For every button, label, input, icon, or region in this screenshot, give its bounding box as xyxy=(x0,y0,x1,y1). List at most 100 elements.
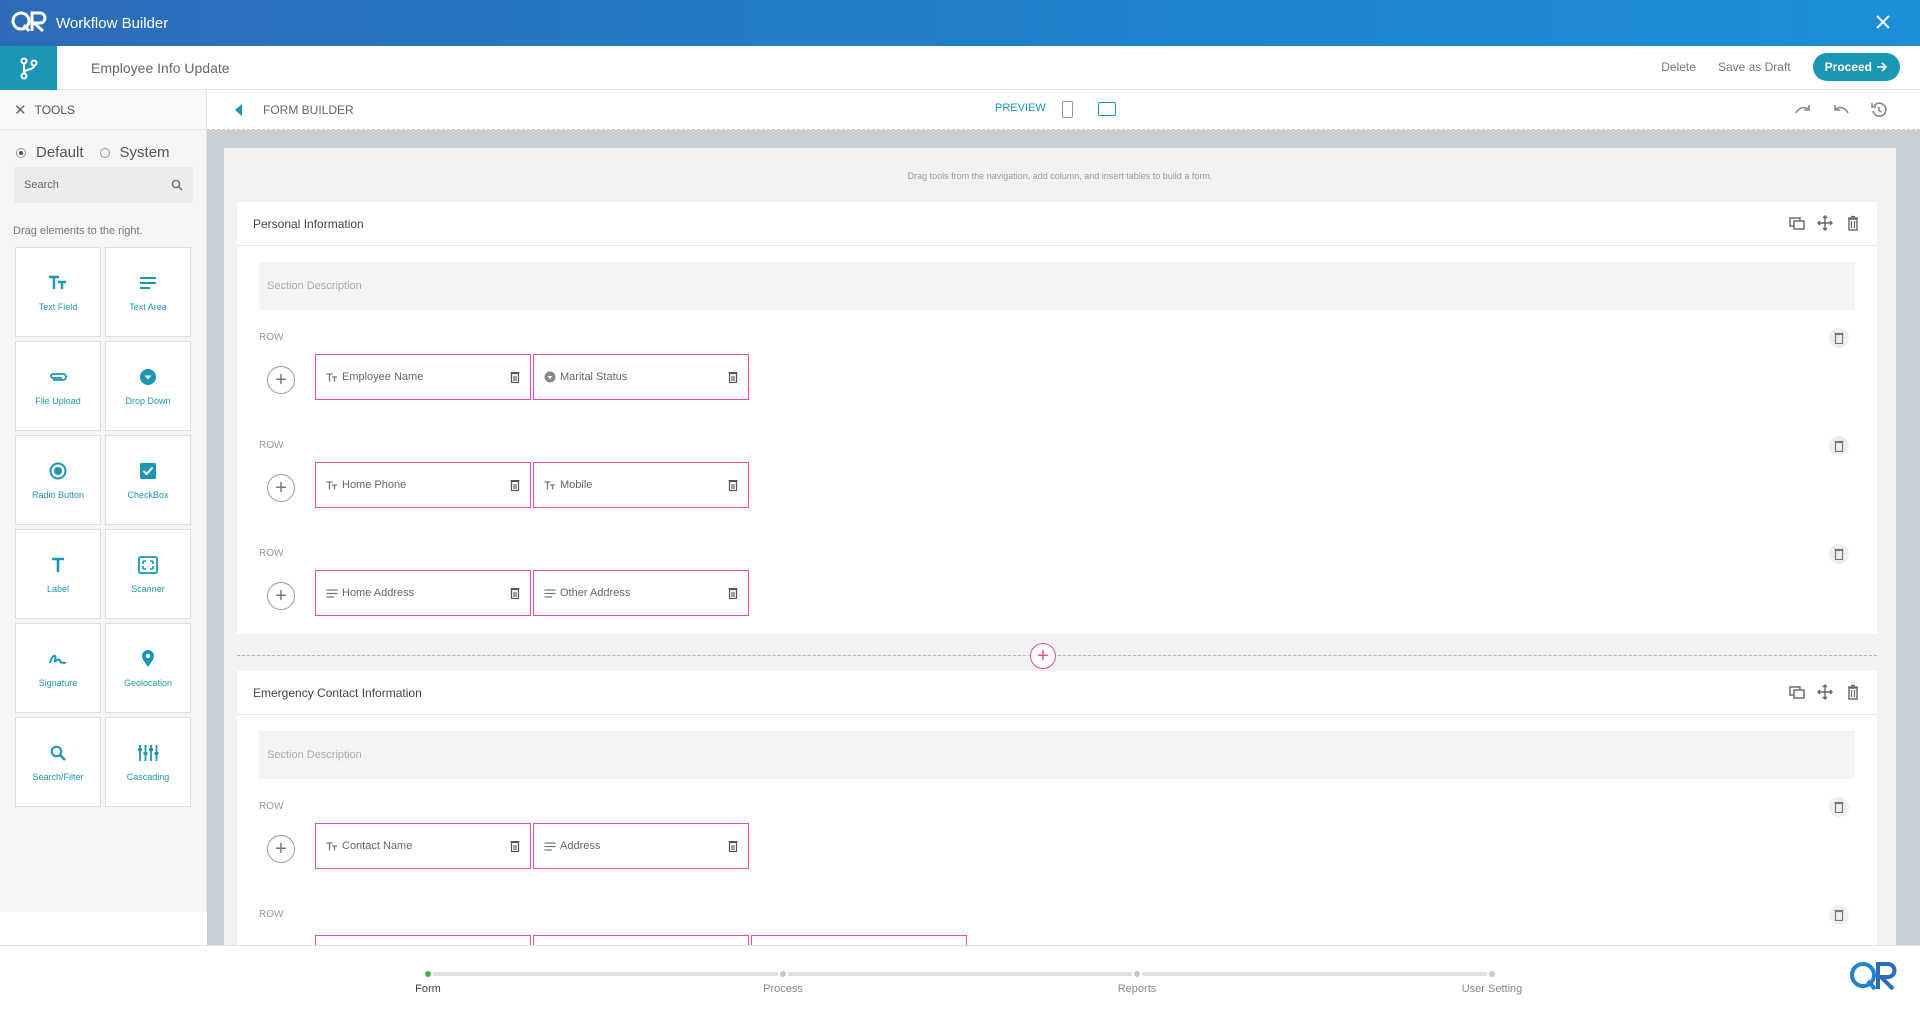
field-home-phone[interactable]: Home Phone xyxy=(315,462,531,508)
tool-text-area[interactable]: Text Area xyxy=(105,247,191,337)
trash-icon[interactable] xyxy=(1845,684,1861,700)
field-partial[interactable] xyxy=(751,935,967,945)
section-personal-information[interactable]: Personal Information Section Description… xyxy=(237,202,1877,634)
field-partial[interactable] xyxy=(315,935,531,945)
trash-icon[interactable] xyxy=(510,587,520,600)
duplicate-icon[interactable] xyxy=(1789,215,1805,231)
move-icon[interactable] xyxy=(1817,215,1833,231)
tools-title: TOOLS xyxy=(34,102,76,117)
document-name[interactable]: Employee Info Update xyxy=(91,60,230,76)
tool-radio-button[interactable]: Radio Button xyxy=(15,435,101,525)
proceed-button[interactable]: Proceed xyxy=(1812,53,1900,81)
dropdown-icon xyxy=(544,371,556,383)
tools-search-input[interactable]: Search xyxy=(14,167,193,203)
text-field-icon xyxy=(326,841,338,851)
tool-cascading[interactable]: Cascading xyxy=(105,717,191,807)
move-icon[interactable] xyxy=(1817,684,1833,700)
row-delete-icon[interactable] xyxy=(1829,905,1849,925)
tool-label: Cascading xyxy=(126,772,170,782)
desktop-preview-icon[interactable] xyxy=(1098,102,1116,116)
field-marital-status[interactable]: Marital Status xyxy=(533,354,749,400)
delete-button[interactable]: Delete xyxy=(1661,60,1696,74)
form-row: ROW + Home Phone Mobile xyxy=(237,418,1877,526)
radio-default[interactable] xyxy=(16,147,26,158)
trash-icon[interactable] xyxy=(1845,215,1861,231)
row-delete-icon[interactable] xyxy=(1829,797,1849,817)
tool-file-upload[interactable]: File Upload xyxy=(15,341,101,431)
step-reports[interactable]: Reports xyxy=(1077,966,1197,995)
add-column-icon[interactable]: + xyxy=(267,582,295,610)
add-column-icon[interactable]: + xyxy=(267,474,295,502)
close-tools-icon[interactable]: ✕ xyxy=(14,101,27,119)
tool-label: Radio Button xyxy=(31,490,85,500)
text-area-icon xyxy=(544,841,556,851)
trash-icon[interactable] xyxy=(510,479,520,492)
qr-brand-icon[interactable] xyxy=(1848,955,1902,999)
section-emergency-contact[interactable]: Emergency Contact Information Section De… xyxy=(237,671,1877,945)
section-description-input[interactable]: Section Description xyxy=(259,262,1855,310)
trash-icon[interactable] xyxy=(728,840,738,853)
preview-button[interactable]: PREVIEW xyxy=(995,102,1046,114)
field-contact-name[interactable]: Contact Name xyxy=(315,823,531,869)
add-section-icon[interactable]: + xyxy=(1030,643,1056,669)
qr-logo-icon xyxy=(10,8,50,38)
duplicate-icon[interactable] xyxy=(1789,684,1805,700)
tool-search-filter[interactable]: Search/Filter xyxy=(15,717,101,807)
trash-icon[interactable] xyxy=(728,587,738,600)
field-address[interactable]: Address xyxy=(533,823,749,869)
workflow-branch-icon[interactable] xyxy=(0,45,57,90)
tool-drop-down[interactable]: Drop Down xyxy=(105,341,191,431)
trash-icon[interactable] xyxy=(728,479,738,492)
search-icon[interactable] xyxy=(171,179,183,191)
row-delete-icon[interactable] xyxy=(1829,436,1849,456)
checkbox-icon xyxy=(137,460,159,482)
mobile-preview-icon[interactable] xyxy=(1062,101,1073,118)
field-label: Home Phone xyxy=(342,479,407,491)
tool-source-radios: Default System xyxy=(0,130,206,161)
tool-signature[interactable]: Signature xyxy=(15,623,101,713)
tool-label: Scanner xyxy=(131,584,165,594)
radio-system[interactable] xyxy=(99,147,110,158)
trash-icon[interactable] xyxy=(510,371,520,384)
field-other-address[interactable]: Other Address xyxy=(533,570,749,616)
field-label: Address xyxy=(560,840,601,852)
tool-label[interactable]: Label xyxy=(15,529,101,619)
section-title[interactable]: Personal Information xyxy=(253,217,364,231)
text-area-icon xyxy=(326,588,338,598)
add-column-icon[interactable]: + xyxy=(267,835,295,863)
row-delete-icon[interactable] xyxy=(1829,328,1849,348)
trash-icon[interactable] xyxy=(728,371,738,384)
tools-panel: ✕ TOOLS Default System Search Drag eleme… xyxy=(0,90,207,912)
tool-text-field[interactable]: Text Field xyxy=(15,247,101,337)
label-icon xyxy=(47,554,69,576)
tool-geolocation[interactable]: Geolocation xyxy=(105,623,191,713)
tool-checkbox[interactable]: CheckBox xyxy=(105,435,191,525)
undo-icon[interactable] xyxy=(1832,101,1850,119)
text-field-icon xyxy=(326,480,338,490)
tool-scanner[interactable]: Scanner xyxy=(105,529,191,619)
step-label: Process xyxy=(763,983,803,995)
form-builder-title: FORM BUILDER xyxy=(263,102,354,117)
step-process[interactable]: Process xyxy=(723,966,843,995)
document-header: Employee Info Update Delete Save as Draf… xyxy=(0,45,1920,90)
close-icon[interactable] xyxy=(1874,13,1892,31)
step-form[interactable]: Form xyxy=(368,966,488,995)
dropdown-icon xyxy=(137,366,159,388)
field-mobile[interactable]: Mobile xyxy=(533,462,749,508)
row-delete-icon[interactable] xyxy=(1829,544,1849,564)
step-user-setting[interactable]: User Setting xyxy=(1432,966,1552,995)
collapse-arrow-icon[interactable] xyxy=(235,103,242,116)
history-icon[interactable] xyxy=(1870,101,1888,119)
tool-label: CheckBox xyxy=(127,490,169,500)
add-column-icon[interactable]: + xyxy=(267,366,295,394)
tool-grid: Text Field Text Area File Upload Drop Do… xyxy=(15,247,206,807)
field-employee-name[interactable]: Employee Name xyxy=(315,354,531,400)
field-label: Employee Name xyxy=(342,371,424,383)
field-partial[interactable] xyxy=(533,935,749,945)
section-title[interactable]: Emergency Contact Information xyxy=(253,686,422,700)
trash-icon[interactable] xyxy=(510,840,520,853)
field-home-address[interactable]: Home Address xyxy=(315,570,531,616)
save-draft-button[interactable]: Save as Draft xyxy=(1718,60,1791,74)
redo-icon[interactable] xyxy=(1794,101,1812,119)
section-description-input[interactable]: Section Description xyxy=(259,731,1855,779)
